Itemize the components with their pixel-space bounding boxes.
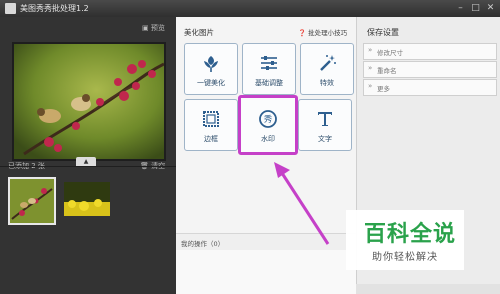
save-row-more[interactable]: » 更多	[363, 79, 497, 96]
tool-label: 一键美化	[197, 79, 225, 87]
section-title: 美化图片	[184, 28, 214, 37]
tool-label: 基础调整	[255, 79, 283, 87]
tool-text[interactable]: 文字	[298, 99, 352, 151]
operations-label: 我的操作（0）	[181, 240, 225, 248]
minimize-icon[interactable]: –	[454, 2, 467, 14]
window-title: 美图秀秀批处理1.2	[20, 4, 89, 13]
save-row-resize[interactable]: » 修改尺寸	[363, 43, 497, 60]
title-bar: 美图秀秀批处理1.2 – □ ✕	[0, 0, 500, 17]
brand-main-text: 百科全说	[364, 222, 457, 247]
save-settings-title: 保存设置	[367, 28, 399, 37]
svg-text:秀: 秀	[264, 114, 273, 125]
maximize-icon[interactable]: □	[469, 2, 482, 14]
app-icon	[5, 3, 16, 14]
tool-effects[interactable]: 特效	[300, 43, 354, 95]
help-icon: ❓	[298, 29, 307, 37]
collapse-toggle[interactable]: ▲	[76, 157, 96, 166]
tool-watermark[interactable]: 秀 水印	[238, 95, 298, 155]
annotation-arrow	[274, 162, 330, 245]
chevron-up-icon: ▲	[83, 158, 89, 165]
tool-basic-adjust[interactable]: 基础调整	[242, 43, 296, 95]
divider	[0, 166, 176, 167]
chevron-right-icon: »	[368, 64, 373, 72]
frame-icon	[201, 109, 221, 129]
close-icon[interactable]: ✕	[484, 2, 497, 14]
chevron-right-icon: »	[368, 82, 373, 90]
save-row-rename[interactable]: » 重命名	[363, 61, 497, 78]
chevron-right-icon: »	[368, 46, 373, 54]
tool-label: 文字	[318, 135, 332, 143]
center-panel: 美化图片 ❓ 批处理小技巧 一键美化 基础调整 特效 边框 秀 水印 文字 我的…	[176, 17, 356, 294]
left-panel: ▣ 预览 已添加 2 张 ▲ 🗑 清空	[0, 17, 176, 294]
tool-label: 边框	[204, 135, 218, 143]
operations-area	[176, 250, 356, 294]
preview-button[interactable]: ▣ 预览	[142, 23, 165, 33]
tips-link[interactable]: ❓ 批处理小技巧	[298, 27, 347, 37]
thumbnail-1[interactable]	[8, 177, 56, 225]
main-preview-image	[12, 42, 166, 161]
brand-sub-text: 助你轻松解决	[372, 252, 438, 263]
magic-wand-icon	[317, 53, 337, 73]
flower-icon	[201, 53, 221, 73]
thumbnail-2[interactable]	[64, 182, 110, 216]
tool-one-click-beautify[interactable]: 一键美化	[184, 43, 238, 95]
text-icon	[315, 109, 335, 129]
tool-label: 水印	[261, 135, 275, 143]
brand-watermark: 百科全说 助你轻松解决	[346, 210, 464, 270]
tool-frame[interactable]: 边框	[184, 99, 238, 151]
watermark-seal-icon: 秀	[258, 109, 278, 129]
preview-icon: ▣	[142, 24, 149, 32]
sliders-icon	[259, 53, 279, 73]
bottom-strip	[356, 284, 500, 294]
tool-label: 特效	[320, 79, 334, 87]
